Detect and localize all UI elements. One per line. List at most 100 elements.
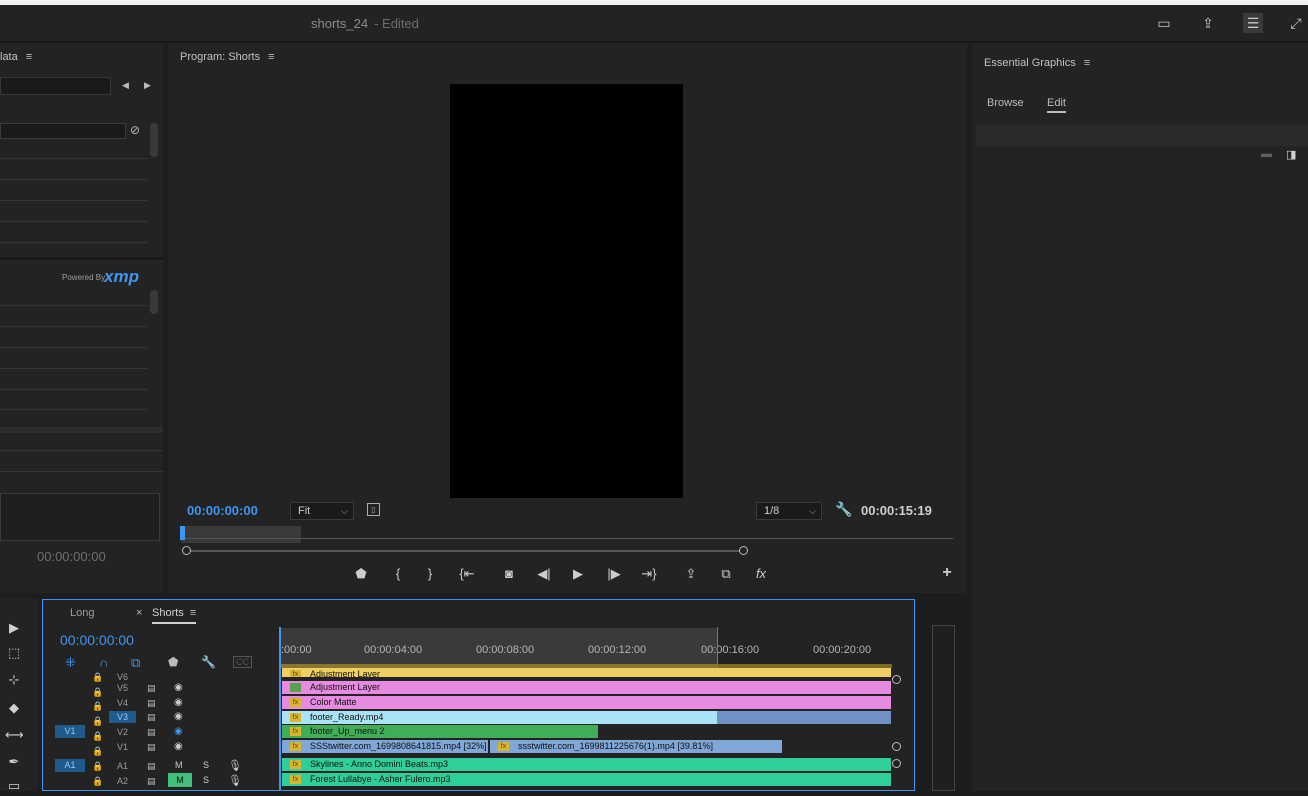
next-icon[interactable]: ▶ — [144, 80, 151, 91]
scrollbar[interactable] — [150, 290, 158, 314]
metadata-search[interactable] — [0, 77, 111, 95]
scroll-handle-icon[interactable] — [892, 742, 901, 751]
track-v5[interactable]: V5 — [117, 683, 128, 693]
essential-graphics-title[interactable]: Essential Graphics ≡ — [984, 57, 1090, 69]
nest-icon[interactable]: ⁜ — [65, 655, 76, 671]
timeline-settings-icon[interactable]: 🔧 — [201, 655, 216, 669]
clip-ssstwitter-1[interactable]: fx SSStwitter.com_1699808641815.mp4 [32%] — [282, 740, 488, 753]
time-ruler[interactable] — [181, 538, 953, 539]
scroll-handle-icon[interactable] — [892, 675, 901, 684]
go-to-in-icon[interactable]: {⇤ — [457, 566, 477, 582]
playhead[interactable] — [180, 526, 185, 540]
captions-icon[interactable]: CC — [233, 656, 252, 668]
clip-ssstwitter-2[interactable]: fx ssstwitter.com_1699811225676(1).mp4 [3… — [490, 740, 782, 753]
divider — [0, 389, 148, 390]
play-icon[interactable]: ▶ — [568, 566, 588, 582]
track-a2[interactable]: A2 — [117, 776, 128, 786]
solo-a2-button[interactable]: S — [203, 775, 209, 785]
prev-icon[interactable]: ◀ — [122, 80, 129, 91]
track-v6[interactable]: V6 — [117, 672, 128, 682]
metadata-field[interactable] — [0, 123, 126, 139]
mute-a2-button[interactable]: M — [168, 773, 192, 787]
razor-tool-icon[interactable]: ◆ — [5, 700, 23, 718]
share-icon[interactable]: ⇪ — [1199, 15, 1217, 31]
add-marker-icon[interactable]: ⬟ — [168, 655, 178, 669]
folder-icon[interactable]: ▬ — [1261, 148, 1272, 160]
track-v3[interactable]: V3 — [109, 711, 136, 723]
resolution-dropdown[interactable]: 1/8 ⌵ — [756, 502, 822, 520]
zoom-handle-right[interactable] — [739, 546, 748, 555]
ripple-edit-icon[interactable]: ⊹ — [5, 672, 23, 690]
clip-footer-up-menu[interactable]: fx footer_Up_menu 2 — [282, 725, 598, 738]
scroll-handle-icon[interactable] — [892, 759, 901, 768]
lock-icons[interactable]: 🔒 🔒 🔒 🔒 🔒 🔒 — [92, 670, 103, 758]
export-frame-icon[interactable]: ⇪ — [681, 566, 701, 582]
track-a1[interactable]: A1 — [117, 761, 128, 771]
track-v2[interactable]: V2 — [117, 727, 128, 737]
mic-icons[interactable]: 🎙 🎙 — [228, 759, 242, 789]
tab-edit[interactable]: Edit — [1047, 97, 1066, 113]
wrench-icon[interactable]: 🔧 — [835, 501, 852, 518]
fit-dropdown[interactable]: Fit ⌵ — [290, 502, 354, 520]
timeline-timecode[interactable]: 00:00:00:00 — [60, 632, 134, 648]
eye-icons[interactable]: ◉ ◉ ◉ ◉ ◉ — [174, 681, 183, 755]
mark-in-icon[interactable]: { — [388, 566, 408, 581]
fx-icon[interactable]: fx — [751, 566, 771, 581]
divider — [0, 179, 148, 180]
clip-adjustment-layer[interactable]: Adjustment Layer — [282, 681, 891, 694]
metadata-timecode: 00:00:00:00 — [37, 549, 106, 564]
clip-skylines-audio[interactable]: fx Skylines - Anno Domini Beats.mp3 — [282, 758, 891, 771]
rectangle-tool-icon[interactable]: ▭ — [5, 778, 23, 796]
tab-shorts[interactable]: Shorts ≡ — [152, 607, 197, 624]
add-button-icon[interactable]: + — [937, 564, 957, 582]
tab-long[interactable]: Long — [70, 607, 94, 619]
source-a1[interactable]: A1 — [55, 759, 85, 772]
audio-sync-icons[interactable]: ▤ ▤ — [147, 759, 156, 789]
safe-margins-icon[interactable]: ▯ — [367, 503, 380, 516]
timeline-playhead[interactable] — [279, 627, 281, 791]
clip-footer-ready[interactable]: fx footer_Ready.mp4 — [282, 711, 717, 724]
linked-selection-icon[interactable]: ⧉ — [131, 655, 140, 671]
metadata-textarea[interactable] — [0, 493, 160, 541]
source-v1[interactable]: V1 — [55, 725, 85, 738]
zoom-handle-left[interactable] — [182, 546, 191, 555]
video-frame[interactable] — [450, 84, 683, 498]
scrollbar[interactable] — [150, 123, 158, 157]
solo-a1-button[interactable]: S — [203, 760, 209, 770]
clip-footer-ready-tail[interactable] — [717, 711, 891, 724]
camera-icon[interactable]: ◙ — [499, 566, 519, 581]
divider — [0, 158, 148, 159]
selection-tool-icon[interactable]: ▶ — [5, 620, 23, 638]
program-monitor: Program: Shorts ≡ 00:00:00:00 Fit ⌵ ▯ 1/8 ⌵… — [168, 43, 967, 593]
workspaces-icon[interactable]: ☰ — [1243, 13, 1263, 33]
audio-lock-icons[interactable]: 🔒 🔒 — [92, 759, 103, 789]
slip-tool-icon[interactable]: ⟷ — [5, 727, 24, 745]
mute-a1-button[interactable]: M — [175, 760, 183, 770]
new-layer-icon[interactable]: ◨ — [1286, 148, 1296, 161]
program-title[interactable]: Program: Shorts ≡ — [180, 51, 275, 63]
close-tab-icon[interactable]: × — [136, 607, 142, 619]
work-area[interactable] — [181, 526, 301, 543]
track-v4[interactable]: V4 — [117, 698, 128, 708]
panel-icon[interactable]: ▭ — [1155, 15, 1173, 31]
pen-tool-icon[interactable]: ✒ — [5, 754, 23, 772]
clip-color-matte[interactable]: fx Color Matte — [282, 696, 891, 709]
track-select-icon[interactable]: ⬚ — [5, 645, 23, 663]
current-timecode[interactable]: 00:00:00:00 — [187, 503, 258, 518]
track-v1[interactable]: V1 — [117, 742, 128, 752]
sync-icons[interactable]: ▤ ▤ ▤ ▤ ▤ — [147, 681, 156, 755]
go-to-out-icon[interactable]: ⇥} — [639, 566, 659, 582]
step-forward-icon[interactable]: |▶ — [604, 566, 624, 582]
marker-icon[interactable]: ⬟ — [351, 566, 371, 582]
clip-forest-lullabye-audio[interactable]: fx Forest Lullabye - Asher Fulero.mp3 — [282, 773, 891, 786]
mic-off-icon[interactable]: ⊘ — [130, 123, 140, 137]
snap-icon[interactable]: ∩ — [99, 655, 108, 670]
tab-browse[interactable]: Browse — [987, 97, 1024, 109]
compare-icon[interactable]: ⧉ — [716, 566, 736, 582]
mark-out-icon[interactable]: } — [420, 566, 440, 581]
step-back-icon[interactable]: ◀| — [534, 566, 554, 582]
metadata-tab[interactable]: lata ≡ — [0, 51, 32, 63]
fullscreen-icon[interactable]: ⤢ — [1287, 15, 1305, 31]
zoom-bar[interactable] — [185, 550, 741, 552]
clip-adjustment-layer[interactable]: fx Adjustment Layer — [282, 668, 891, 677]
